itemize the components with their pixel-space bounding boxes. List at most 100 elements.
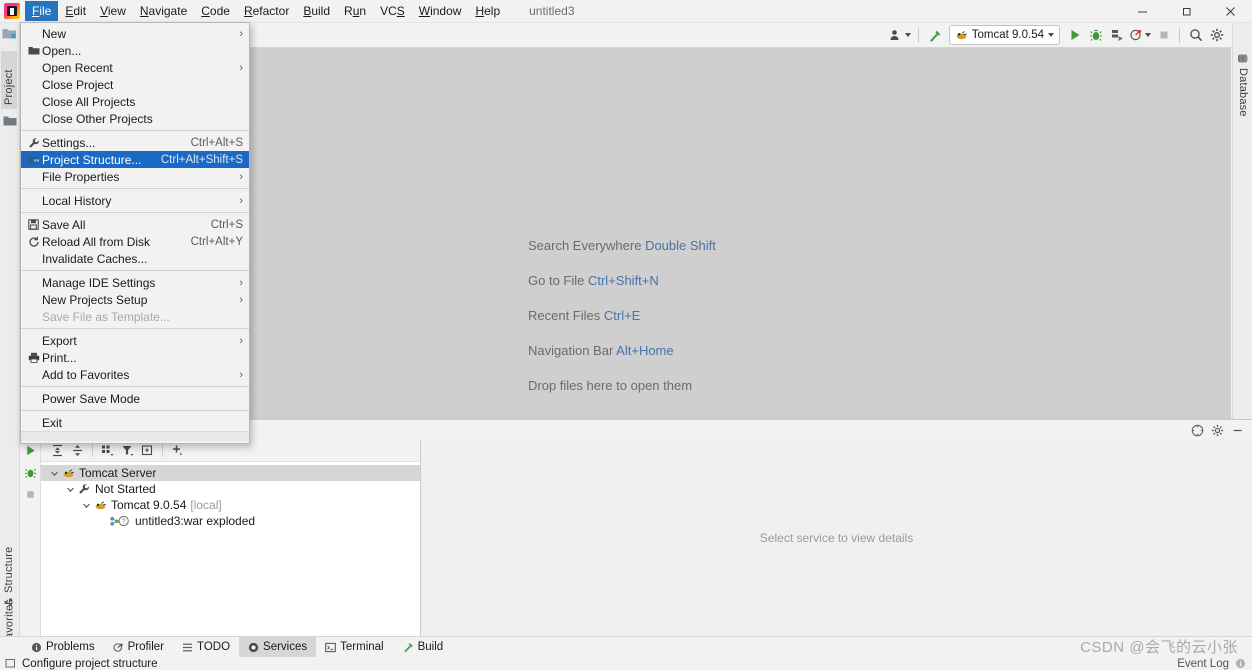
tab-profiler[interactable]: Profiler [104,637,173,658]
help-icon[interactable] [1188,421,1206,439]
menu-item-local-history[interactable]: Local History › [21,192,249,209]
menu-item-reload-all-from-disk[interactable]: Reload All from Disk Ctrl+Alt+Y [21,233,249,250]
menubar-item-build[interactable]: Build [296,1,337,21]
run-with-coverage-button[interactable] [1106,25,1127,46]
settings-gear-icon[interactable] [1208,421,1226,439]
menu-item-file-properties[interactable]: File Properties › [21,168,249,185]
stop-button[interactable] [1153,25,1174,46]
status-message: Configure project structure [22,657,158,670]
chevron-down-icon[interactable] [81,501,92,510]
menu-item-label: Close Project [42,77,114,92]
menu-item-print[interactable]: Print... [21,349,249,366]
run-icon[interactable] [24,444,37,457]
tab-services[interactable]: Services [239,636,317,658]
menu-item-open-recent[interactable]: Open Recent › [21,59,249,76]
menu-item-close-all-projects[interactable]: Close All Projects [21,93,249,110]
services-tree-node-label: untitled3:war exploded [135,514,256,528]
hammer-build-icon[interactable] [924,25,945,46]
run-configuration-label: Tomcat 9.0.54 [971,29,1044,41]
run-button[interactable] [1064,25,1085,46]
tab-terminal[interactable]: Terminal [316,637,392,658]
menubar-item-edit[interactable]: Edit [58,1,93,21]
services-tree[interactable]: Tomcat Server Not Started Tomcat 9.0.54 [lo… [41,462,420,636]
artifact-icon: ? [108,515,132,527]
toolbar-separator [162,444,163,457]
menubar-item-view[interactable]: View [93,1,133,21]
chevron-down-icon[interactable] [49,469,60,478]
profiler-button[interactable] [1127,25,1153,46]
search-icon[interactable] [1185,25,1206,46]
menu-item-power-save-mode[interactable]: Power Save Mode [21,390,249,407]
menu-item-open[interactable]: Open... [21,42,249,59]
menu-item-shortcut: Ctrl+Alt+Shift+S [160,153,243,166]
chevron-down-icon [904,33,911,37]
settings-gear-icon[interactable] [1206,25,1227,46]
menubar-item-vcs[interactable]: VCS [373,1,412,21]
editor-hint: Go to File Ctrl+Shift+N [528,273,716,288]
tab-problems[interactable]: Problems [22,637,104,658]
menu-item-exit[interactable]: Exit [21,414,249,431]
menu-item-close-other-projects[interactable]: Close Other Projects [21,110,249,127]
menu-item-new-projects-setup[interactable]: New Projects Setup › [21,291,249,308]
menubar-item-refactor[interactable]: Refactor [237,1,296,21]
menu-item-label: Open... [42,43,82,58]
services-tree-node[interactable]: Tomcat 9.0.54 [local] [41,497,420,513]
tab-label: Terminal [340,641,384,653]
wrench-icon [76,483,92,495]
tab-build[interactable]: Build [393,637,453,658]
submenu-chevron-icon: › [239,368,243,381]
menu-item-save-all[interactable]: Save All Ctrl+S [21,216,249,233]
add-service-icon[interactable] [169,442,186,459]
run-configuration-selector[interactable]: Tomcat 9.0.54 [948,25,1060,45]
menubar-item-code[interactable]: Code [194,1,237,21]
project-tool-button-icon[interactable] [2,27,17,40]
collapse-all-icon[interactable] [69,442,86,459]
group-by-icon[interactable] [99,442,116,459]
expand-all-icon[interactable] [49,442,66,459]
chevron-down-icon [1048,33,1054,37]
submenu-chevron-icon: › [239,61,243,74]
debug-icon[interactable] [24,466,37,479]
sidebar-item-project[interactable]: Project [1,51,17,109]
show-configurations-icon[interactable] [139,442,156,459]
chevron-down-icon[interactable] [65,485,76,494]
services-tree-node[interactable]: Tomcat Server [41,465,420,481]
menu-item-close-project[interactable]: Close Project [21,76,249,93]
menu-separator [21,130,249,131]
todo-icon [182,642,193,653]
services-tree-node[interactable]: Not Started [41,481,420,497]
event-log-label[interactable]: Event Log [1177,658,1229,670]
services-panel: Tomcat Server Not Started Tomcat 9.0.54 [lo… [21,440,1252,636]
menu-item-invalidate-caches[interactable]: Invalidate Caches... [21,250,249,267]
stop-icon[interactable] [24,488,37,501]
menubar-item-window[interactable]: Window [412,1,469,21]
reload-icon [25,236,42,248]
user-icon[interactable] [887,25,913,46]
editor-hint-action: Navigation Bar [528,343,614,358]
menubar-item-file[interactable]: File [25,1,59,21]
menu-item-add-to-favorites[interactable]: Add to Favorites › [21,366,249,383]
tab-todo[interactable]: TODO [173,637,239,658]
hide-panel-icon[interactable] [1228,421,1246,439]
sidebar-item-database[interactable]: Database [1235,49,1251,127]
notifications-icon[interactable] [1235,658,1246,669]
menubar-item-navigate[interactable]: Navigate [133,1,194,21]
debug-button[interactable] [1085,25,1106,46]
services-tree-node[interactable]: ? untitled3:war exploded [41,513,420,529]
menu-item-new[interactable]: New › [21,25,249,42]
menu-item-manage-ide-settings[interactable]: Manage IDE Settings › [21,274,249,291]
file-menu-footer [21,431,249,441]
editor-hint: Search Everywhere Double Shift [528,238,716,253]
close-button[interactable] [1208,0,1252,23]
menu-item-settings[interactable]: Settings... Ctrl+Alt+S [21,134,249,151]
minimize-button[interactable] [1120,0,1164,23]
maximize-button[interactable] [1164,0,1208,23]
services-tree-node-label: Tomcat 9.0.54 [111,498,187,512]
menu-item-project-structure[interactable]: Project Structure... Ctrl+Alt+Shift+S [21,151,249,168]
tomcat-icon [60,467,76,479]
menubar-item-help[interactable]: Help [468,1,507,21]
menu-item-label: Reload All from Disk [42,234,151,249]
menubar-item-run[interactable]: Run [337,1,373,21]
menu-item-export[interactable]: Export › [21,332,249,349]
filter-icon[interactable] [119,442,136,459]
